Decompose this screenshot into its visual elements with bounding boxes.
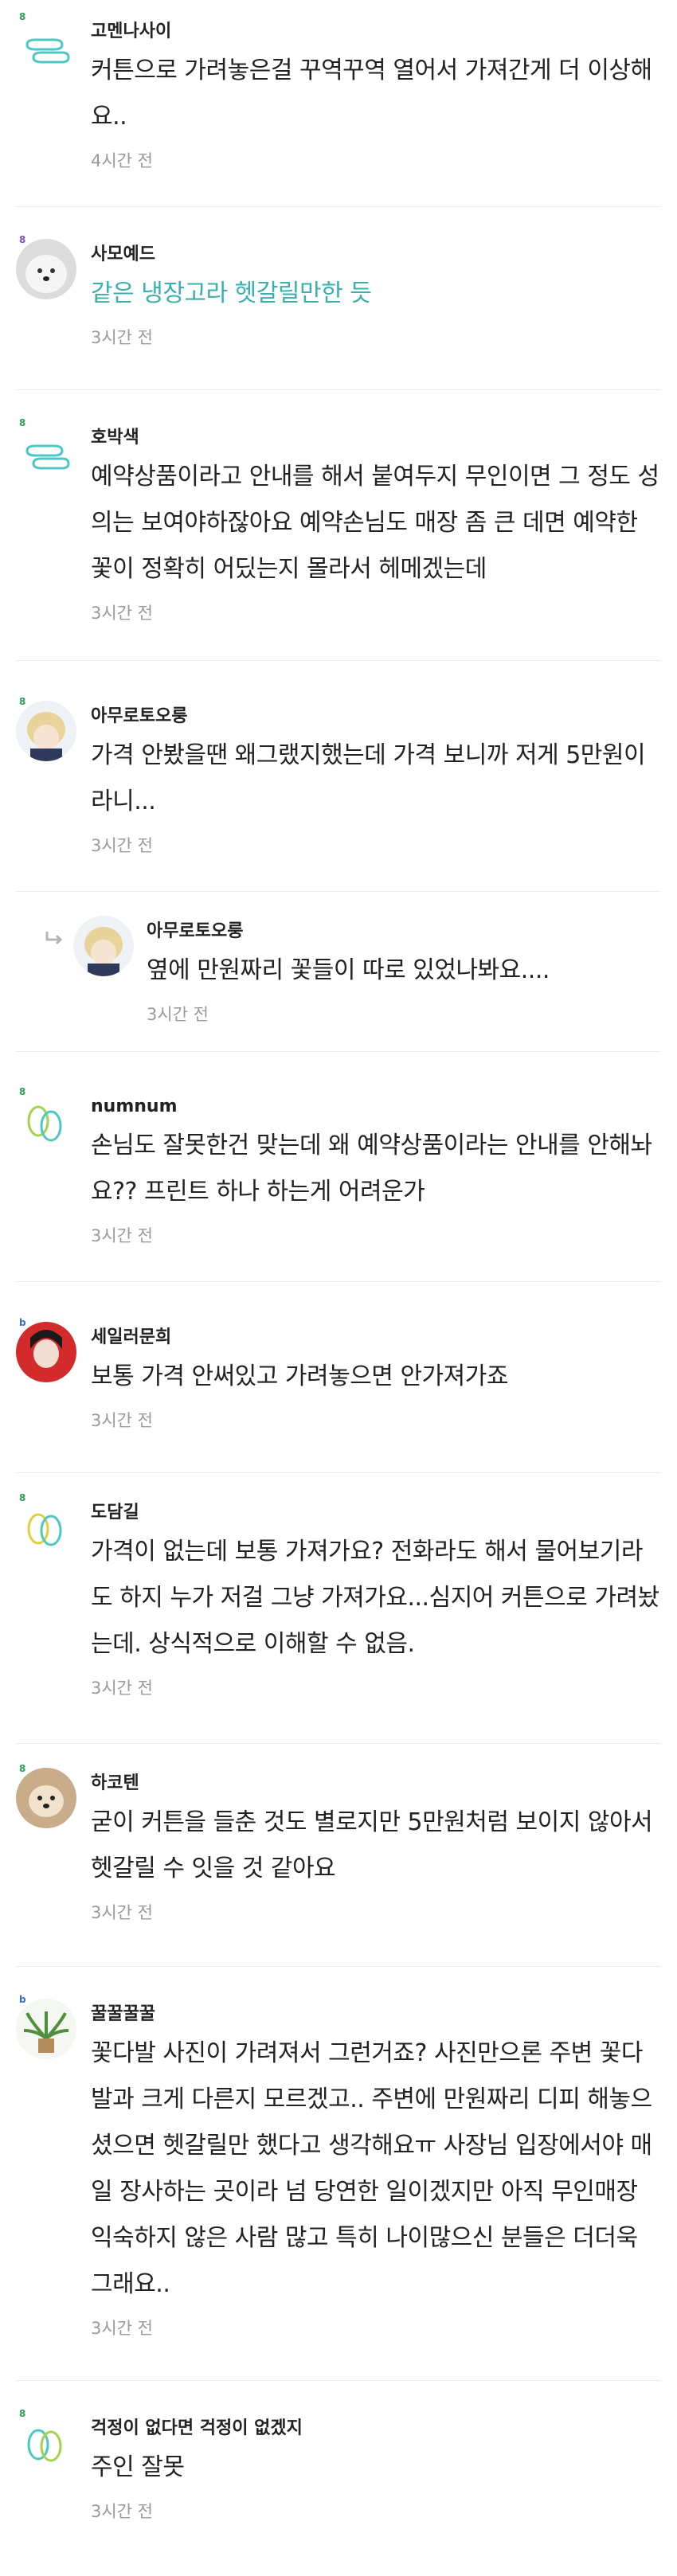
level-badge: 8 (19, 11, 26, 22)
default-avatar-icon[interactable] (16, 1091, 76, 1151)
timestamp: 3시간 전 (91, 1679, 153, 1698)
plant-avatar[interactable] (16, 1999, 76, 2059)
comment-text: 가격이 없는데 보통 가져가요? 전화라도 해서 물어보기라도 하지 누가 저걸… (91, 1538, 659, 1658)
level-badge: 8 (19, 2408, 26, 2419)
comment: 8 numnum 손님도 잘못한건 맞는데 왜 예약상품이라는 안내를 안해놔요… (16, 1086, 661, 1282)
comment-text: 예약상품이라고 안내를 해서 붙여두지 무인이면 그 정도 성의는 보여야하잖아… (91, 463, 659, 583)
comment: 8 고멘나사이 커튼으로 가려놓은걸 꾸역꾸역 열어서 가져간게 더 이상해요.… (16, 11, 661, 207)
comment-text: 같은 냉장고라 헷갈릴만한 듯 (91, 279, 372, 307)
comment: 8 호박색 예약상품이라고 안내를 해서 붙여두지 무인이면 그 정도 성의는 … (16, 417, 661, 661)
nickname[interactable]: 꿀꿀꿀꿀 (91, 2003, 661, 2026)
nickname[interactable]: 아무로토오룽 (91, 706, 661, 728)
reply-arrow-icon (44, 930, 65, 948)
samoyed-avatar[interactable] (16, 239, 76, 299)
comment-text: 꽃다발 사진이 가려져서 그런거죠? 사진만으론 주변 꽃다발과 크게 다른지 … (91, 2039, 652, 2298)
default-avatar-icon[interactable] (16, 1497, 76, 1558)
comment: 8 하코텐 굳이 커튼을 들춘 것도 별로지만 5만원처럼 보이지 않아서 헷갈… (16, 1763, 661, 1967)
timestamp: 3시간 전 (91, 604, 153, 623)
level-badge: 8 (19, 1492, 26, 1503)
comment: 8 도담길 가격이 없는데 보통 가져가요? 전화라도 해서 물어보기라도 하지… (16, 1492, 661, 1744)
comment-text: 손님도 잘못한건 맞는데 왜 예약상품이라는 안내를 안해놔요?? 프린트 하나… (91, 1132, 652, 1206)
default-avatar-icon[interactable] (16, 2413, 76, 2473)
comment-body: 호박색 예약상품이라고 안내를 해서 붙여두지 무인이면 그 정도 성의는 보여… (91, 422, 661, 624)
timestamp: 3시간 전 (91, 2502, 153, 2521)
comment-text: 옆에 만원짜리 꽃들이 따로 있었나봐요.... (147, 956, 550, 984)
comment-body: 꿀꿀꿀꿀 꽃다발 사진이 가려져서 그런거죠? 사진만으론 주변 꽃다발과 크게… (91, 1999, 661, 2340)
comment: b 세일러문희 보통 가격 안써있고 가려놓으면 안가져가죠 3시간 전 (16, 1317, 661, 1473)
level-badge: b (19, 1317, 26, 1328)
comment-body: 아무로토오룽 옆에 만원짜리 꽃들이 따로 있었나봐요.... 3시간 전 (147, 916, 661, 1026)
comment-body: 걱정이 없다면 걱정이 없겠지 주인 잘못 3시간 전 (91, 2413, 661, 2523)
level-badge: 8 (19, 234, 26, 245)
comment: b 꿀꿀꿀꿀 꽃다발 사진이 가려져서 그런거죠? 사진만으론 주변 꽃다발과 … (16, 1994, 661, 2381)
comment-text: 굳이 커튼을 들춘 것도 별로지만 5만원처럼 보이지 않아서 헷갈릴 수 잇을… (91, 1808, 653, 1882)
timestamp: 3시간 전 (91, 1903, 153, 1922)
anime-avatar[interactable] (73, 916, 134, 976)
divider (16, 1051, 661, 1052)
comment-body: 고멘나사이 커튼으로 가려놓은걸 꾸역꾸역 열어서 가져간게 더 이상해요.. … (91, 16, 661, 172)
comment-body: 세일러문희 보통 가격 안써있고 가려놓으면 안가져가죠 3시간 전 (91, 1322, 661, 1432)
default-avatar-icon[interactable] (16, 422, 76, 483)
timestamp: 3시간 전 (91, 2319, 153, 2338)
timestamp: 3시간 전 (91, 1226, 153, 1245)
reply-comment: 아무로토오룽 옆에 만원짜리 꽃들이 따로 있었나봐요.... 3시간 전 (44, 916, 661, 1051)
comment-body: 아무로토오룽 가격 안봤을땐 왜그랬지했는데 가격 보니까 저게 5만원이라니.… (91, 701, 661, 857)
nickname[interactable]: numnum (91, 1096, 661, 1118)
timestamp: 3시간 전 (91, 328, 153, 347)
nickname[interactable]: 세일러문희 (91, 1327, 661, 1349)
nickname[interactable]: 사모예드 (91, 244, 661, 266)
comment-text: 가격 안봤을땐 왜그랬지했는데 가격 보니까 저게 5만원이라니... (91, 741, 646, 815)
comment: 8 아무로토오룽 가격 안봤을땐 왜그랬지했는데 가격 보니까 저게 5만원이라… (16, 696, 661, 892)
comment: 8 사모예드 같은 냉장고라 헷갈릴만한 듯 3시간 전 (16, 234, 661, 390)
comment: 8 걱정이 없다면 걱정이 없겠지 주인 잘못 3시간 전 (16, 2408, 661, 2572)
comment-text: 커튼으로 가려놓은걸 꾸역꾸역 열어서 가져간게 더 이상해요.. (91, 57, 652, 131)
comment-body: 하코텐 굳이 커튼을 들춘 것도 별로지만 5만원처럼 보이지 않아서 헷갈릴 … (91, 1768, 661, 1924)
comment-text: 주인 잘못 (91, 2453, 185, 2481)
nickname[interactable]: 호박색 (91, 427, 661, 449)
level-badge: 8 (19, 417, 26, 428)
nickname[interactable]: 하코텐 (91, 1773, 661, 1795)
default-avatar-icon[interactable] (16, 16, 76, 76)
nickname[interactable]: 걱정이 없다면 걱정이 없겠지 (91, 2418, 661, 2440)
comment-body: numnum 손님도 잘못한건 맞는데 왜 예약상품이라는 안내를 안해놔요??… (91, 1091, 661, 1247)
level-badge: 8 (19, 696, 26, 707)
dog-avatar[interactable] (16, 1768, 76, 1828)
nickname[interactable]: 아무로토오룽 (147, 921, 661, 943)
nickname[interactable]: 고멘나사이 (91, 21, 661, 43)
sailormoon-avatar[interactable] (16, 1322, 76, 1382)
timestamp: 3시간 전 (91, 836, 153, 855)
level-badge: b (19, 1994, 26, 2005)
comment-body: 사모예드 같은 냉장고라 헷갈릴만한 듯 3시간 전 (91, 239, 661, 349)
comment-body: 도담길 가격이 없는데 보통 가져가요? 전화라도 해서 물어보기라도 하지 누… (91, 1497, 661, 1699)
level-badge: 8 (19, 1086, 26, 1097)
nickname[interactable]: 도담길 (91, 1502, 661, 1524)
timestamp: 3시간 전 (91, 1411, 153, 1430)
timestamp: 3시간 전 (147, 1005, 209, 1024)
timestamp: 4시간 전 (91, 151, 153, 170)
anime-avatar[interactable] (16, 701, 76, 761)
comment-text: 보통 가격 안써있고 가려놓으면 안가져가죠 (91, 1362, 508, 1390)
level-badge: 8 (19, 1763, 26, 1774)
